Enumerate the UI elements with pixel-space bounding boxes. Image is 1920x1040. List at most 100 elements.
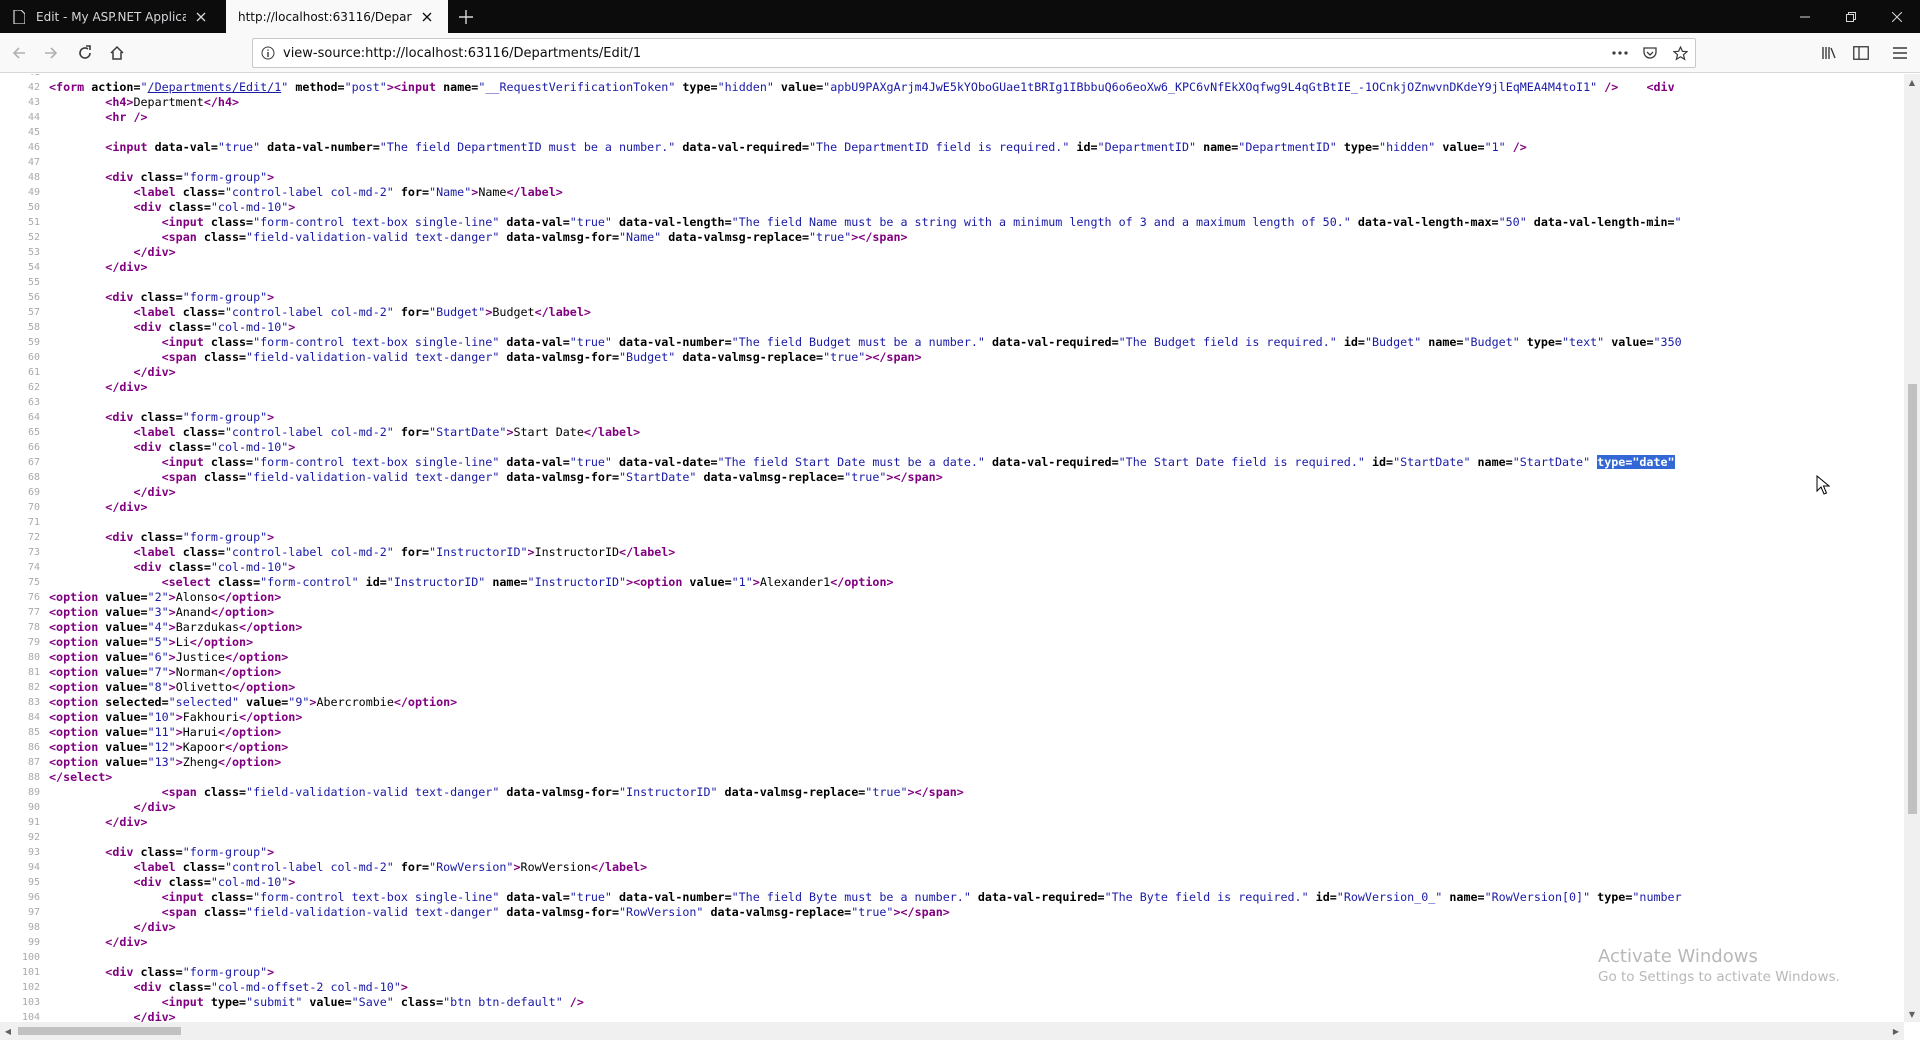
source-token: "The field Name must be a string with a … — [731, 215, 1351, 229]
source-token: "The Budget field is required." — [1118, 335, 1337, 349]
source-token: Barzdukas — [175, 620, 240, 634]
source-code: </div> — [49, 920, 175, 935]
source-token — [49, 545, 133, 559]
source-token: <option — [49, 650, 99, 664]
forward-button[interactable] — [35, 37, 67, 69]
horizontal-scrollbar[interactable]: ◀ ▶ — [0, 1022, 1904, 1040]
source-token: class= — [161, 320, 211, 334]
close-window-button[interactable] — [1874, 0, 1920, 33]
source-token: <div — [133, 980, 162, 994]
source-token: > — [168, 680, 176, 694]
sidebar-toggle-icon[interactable] — [1845, 37, 1877, 69]
source-token: "The Start Date field is required." — [1118, 455, 1365, 469]
source-link[interactable]: /Departments/Edit/1 — [148, 80, 282, 94]
source-token: <option — [49, 695, 99, 709]
source-token: "RowVersion" — [429, 860, 514, 874]
source-token: Li — [175, 635, 190, 649]
source-token: </option> — [217, 755, 282, 769]
horizontal-scroll-thumb[interactable] — [18, 1027, 181, 1035]
source-token: "field-validation-valid text-danger" — [246, 785, 500, 799]
watermark-title: Activate Windows — [1598, 946, 1758, 967]
address-bar[interactable]: view-source:http://localhost:63116/Depar… — [252, 38, 1696, 68]
source-token: </div> — [133, 800, 176, 814]
line-number: 76 — [27, 592, 40, 603]
scroll-down-icon[interactable]: ▼ — [1904, 1006, 1920, 1022]
scroll-left-icon[interactable]: ◀ — [0, 1023, 16, 1039]
source-token: <input — [105, 140, 148, 154]
pocket-icon[interactable] — [1635, 39, 1665, 67]
url-text[interactable]: view-source:http://localhost:63116/Depar… — [283, 46, 1605, 61]
scroll-right-icon[interactable]: ▶ — [1888, 1023, 1904, 1039]
menu-icon[interactable] — [1884, 37, 1916, 69]
minimize-button[interactable] — [1782, 0, 1828, 33]
source-code: </div> — [49, 500, 148, 515]
close-tab-icon[interactable] — [418, 8, 436, 26]
line-number: 93 — [27, 847, 40, 858]
vertical-scrollbar[interactable]: ▲ ▼ — [1904, 74, 1920, 1022]
source-token: </option> — [224, 650, 289, 664]
source-token: <div — [133, 440, 162, 454]
source-token: data-val= — [499, 335, 570, 349]
new-tab-button[interactable] — [449, 0, 483, 33]
line-number: 56 — [27, 292, 40, 303]
source-token: </option> — [393, 695, 458, 709]
source-token: <div — [133, 875, 162, 889]
source-code: <option value="2">Alonso</option> — [49, 590, 281, 605]
restore-button[interactable] — [1828, 0, 1874, 33]
source-token: <label — [133, 860, 176, 874]
page-actions-icon[interactable] — [1605, 39, 1635, 67]
source-token: id= — [1336, 335, 1365, 349]
source-token — [49, 455, 162, 469]
source-code: <hr /> — [49, 110, 147, 125]
site-info-icon[interactable] — [253, 46, 283, 60]
source-token: "StartDate" — [1512, 455, 1591, 469]
source-token: id= — [1069, 140, 1098, 154]
close-tab-icon[interactable] — [192, 8, 210, 26]
source-token: > — [893, 905, 901, 919]
source-token: data-val-required= — [984, 335, 1119, 349]
source-token: > — [175, 725, 183, 739]
source-token: </div> — [105, 380, 148, 394]
source-token: "btn btn-default" — [443, 995, 563, 1009]
tab-view-source[interactable]: http://localhost:63116/Department — [226, 0, 448, 33]
source-token: </span> — [893, 470, 943, 484]
source-token: "control-label col-md-2" — [224, 545, 394, 559]
source-token: <h4> — [105, 95, 134, 109]
line-number: 97 — [27, 907, 40, 918]
source-token: > — [527, 545, 535, 559]
source-code: <span class="field-validation-valid text… — [49, 350, 922, 365]
source-token: name= — [436, 80, 479, 94]
source-token: > — [175, 740, 183, 754]
line-number: 44 — [27, 112, 40, 123]
source-token: </option> — [224, 740, 289, 754]
bookmark-star-icon[interactable] — [1665, 39, 1695, 67]
source-token — [49, 305, 133, 319]
source-token: "control-label col-md-2" — [224, 425, 394, 439]
source-token: "The field Byte must be a number." — [731, 890, 971, 904]
tab-title: Edit - My ASP.NET Application — [36, 9, 186, 24]
reload-button[interactable] — [69, 37, 101, 69]
line-number: 87 — [27, 757, 40, 768]
source-code: </div> — [49, 260, 147, 275]
tab-edit-page[interactable]: Edit - My ASP.NET Application — [0, 0, 222, 33]
vertical-scroll-thumb[interactable] — [1908, 384, 1917, 814]
source-token: name= — [1470, 455, 1513, 469]
selected-text: type="date" — [1597, 455, 1675, 469]
source-token: "form-group" — [182, 845, 268, 859]
source-code: <div class="form-group"> — [49, 965, 274, 980]
source-token: data-val-length-max= — [1350, 215, 1499, 229]
source-token: "8" — [147, 680, 169, 694]
source-token: id= — [1308, 890, 1337, 904]
home-button[interactable] — [101, 37, 133, 69]
source-token: </div> — [105, 500, 148, 514]
back-button[interactable] — [3, 37, 35, 69]
line-number: 82 — [27, 682, 40, 693]
source-token: > — [175, 755, 183, 769]
line-number: 84 — [27, 712, 40, 723]
source-token: data-val-length-min= — [1526, 215, 1675, 229]
scroll-up-icon[interactable]: ▲ — [1904, 74, 1920, 90]
source-token: class= — [161, 875, 211, 889]
library-icon[interactable] — [1813, 37, 1845, 69]
source-token: for= — [393, 425, 430, 439]
source-token: data-val-length= — [611, 215, 732, 229]
